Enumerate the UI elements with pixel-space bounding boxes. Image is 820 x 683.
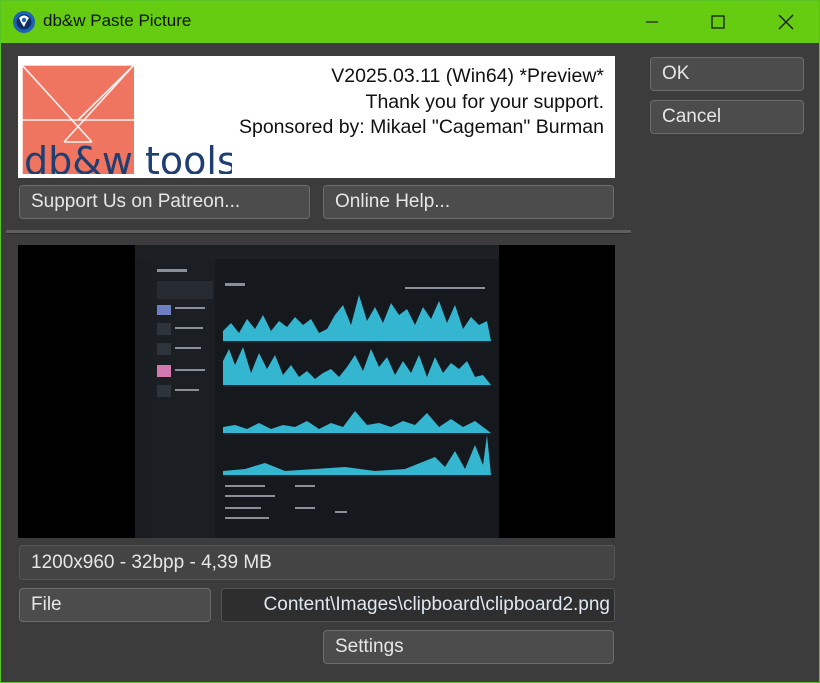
settings-button[interactable]: Settings xyxy=(323,630,614,664)
about-banner: db&w tools V2025.03.11 (Win64) *Preview*… xyxy=(18,56,615,178)
version-label: V2025.03.11 (Win64) *Preview* xyxy=(331,65,604,87)
thanks-label: Thank you for your support. xyxy=(365,91,604,113)
file-button[interactable]: File xyxy=(19,588,211,622)
online-help-button[interactable]: Online Help... xyxy=(323,185,614,219)
cancel-button[interactable]: Cancel xyxy=(650,100,804,134)
app-icon xyxy=(13,11,35,33)
dbw-tools-logo: db&w tools xyxy=(22,64,232,174)
clipboard-image-thumbnail xyxy=(135,245,499,538)
sponsor-label: Sponsored by: Mikael "Cageman" Burman xyxy=(238,116,604,138)
paste-picture-window: db&w Paste Picture db&w tools V2025.03.1… xyxy=(0,0,820,683)
file-path-field[interactable]: Content\Images\clipboard\clipboard2.png xyxy=(221,588,615,622)
minimize-button[interactable] xyxy=(629,1,675,43)
maximize-button[interactable] xyxy=(695,1,741,43)
support-patreon-button[interactable]: Support Us on Patreon... xyxy=(19,185,310,219)
window-title: db&w Paste Picture xyxy=(43,11,192,30)
ok-button[interactable]: OK xyxy=(650,57,804,91)
close-icon xyxy=(778,14,794,30)
minimize-icon xyxy=(646,21,658,23)
title-bar[interactable]: db&w Paste Picture xyxy=(1,1,819,43)
maximize-icon xyxy=(711,15,725,29)
image-preview xyxy=(18,245,615,538)
separator xyxy=(6,230,631,234)
close-button[interactable] xyxy=(763,1,809,43)
logo-text: db&w tools xyxy=(24,139,232,174)
image-info-label: 1200x960 - 32bpp - 4,39 MB xyxy=(19,545,615,580)
